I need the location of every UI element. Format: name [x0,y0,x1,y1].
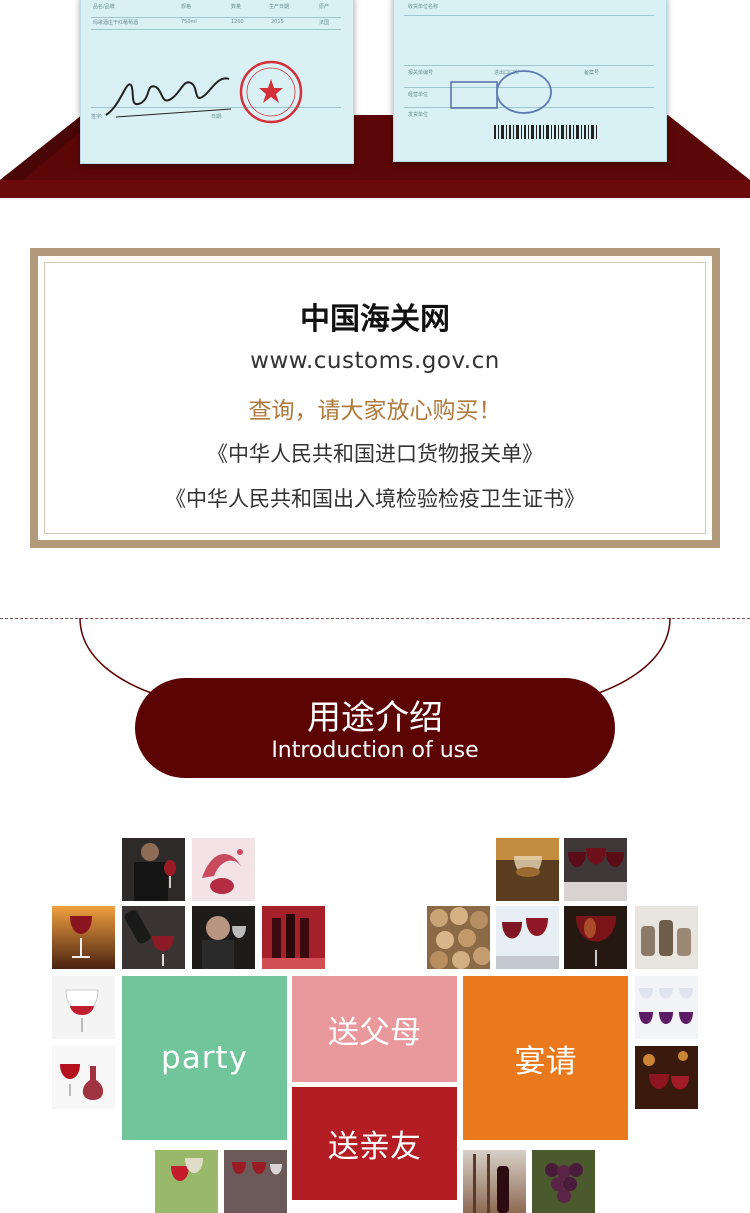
photo-glass-pouring [52,976,115,1039]
customs-info-box: 中国海关网 www.customs.gov.cn 查询，请大家放心购买！ 《中华… [30,248,720,548]
use-banquet-label: 宴请 [514,1043,577,1080]
photo-wine-bottles-red [262,906,325,969]
customs-website-title: 中国海关网 [300,302,450,337]
photo-woman-with-glass [192,906,255,969]
photo-glasses-table [224,1150,287,1213]
photo-wine-splash [192,838,255,901]
use-banquet-tile: 宴请 [463,976,628,1140]
use-party-tile: party [122,976,287,1140]
customs-declaration-document: 品名/品牌 规格 数量 生产日期 原产 玛歌酒庄干红葡萄酒 750ml 1200… [80,0,354,164]
use-gift-parents-tile: 送父母 [292,976,457,1082]
photo-glass-closeup [564,906,627,969]
use-gift-friends-label: 送亲友 [328,1129,421,1165]
photo-glass-at-sunset [52,906,115,969]
official-seal [239,60,303,124]
company-seal [496,70,552,114]
customs-website-url[interactable]: www.customs.gov.cn [38,348,712,374]
usage-section-subtitle: Introduction of use [271,738,479,763]
use-party-label: party [161,1040,248,1076]
photo-decanter [52,1046,115,1109]
photo-glass-rows [635,976,698,1039]
customs-stamp [450,81,498,109]
photo-toast-outdoor [155,1150,218,1213]
query-reassurance-text: 查询，请大家放心购买！ [248,398,502,424]
photo-corks-grey [635,906,698,969]
barcode [494,125,597,139]
certificate-stage: 品名/品牌 规格 数量 生产日期 原产 玛歌酒庄干红葡萄酒 750ml 1200… [0,0,750,200]
import-declaration-title: 《中华人民共和国进口货物报关单》 [207,442,543,466]
use-gift-friends-tile: 送亲友 [292,1087,457,1200]
photo-hand-swirl-glass [496,838,559,901]
photo-pouring-wine [122,906,185,969]
photo-bottle-sunset [463,1150,526,1213]
photo-corks [427,906,490,969]
photo-grapes [532,1150,595,1213]
photo-candle-dinner [635,1046,698,1109]
health-certificate-title: 《中华人民共和国出入境检验检疫卫生证书》 [165,487,585,511]
photo-three-glasses [564,838,627,901]
usage-section-title: 用途介绍 [307,698,443,738]
photo-glasses-window [496,906,559,969]
photo-man-with-glass [122,838,185,901]
usage-section-header: 用途介绍 Introduction of use [135,678,615,778]
inspection-certificate-document: 收货单位名称 报关单编号 进出口口岸 备案号 经营单位 发货单位 [393,0,667,162]
use-gift-parents-label: 送父母 [328,1014,421,1051]
